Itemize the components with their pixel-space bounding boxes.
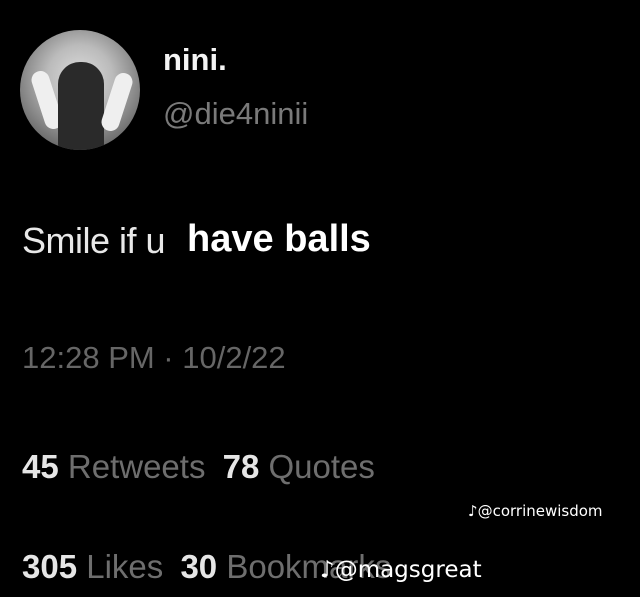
watermark-second-text: @magsgreat — [334, 557, 482, 583]
tiktok-icon: ♪ — [320, 557, 335, 583]
retweets-stat[interactable]: 45 Retweets — [22, 448, 205, 485]
watermark-magsgreat: ♪@magsgreat — [320, 557, 482, 583]
likes-label: Likes — [86, 548, 164, 585]
user-handle[interactable]: @die4ninii — [163, 96, 308, 132]
quotes-stat[interactable]: 78 Quotes — [223, 448, 375, 485]
quotes-label: Quotes — [268, 448, 375, 485]
watermark-first-text: @corrinewisdom — [477, 502, 603, 520]
retweets-label: Retweets — [67, 448, 206, 485]
retweets-count: 45 — [22, 448, 59, 485]
watermark-corrinewisdom: ♪@corrinewisdom — [468, 502, 603, 520]
avatar-hand-right — [99, 70, 135, 134]
tweet-text-overlay: have balls — [187, 218, 371, 260]
tweet-text: Smile if u have balls — [22, 218, 371, 263]
tweet-text-normal: Smile if u — [22, 220, 166, 261]
quotes-count: 78 — [222, 448, 260, 485]
bookmarks-count: 30 — [180, 548, 218, 585]
tweet-timestamp[interactable]: 12:28 PM · 10/2/22 — [22, 340, 286, 376]
avatar[interactable] — [20, 30, 140, 150]
likes-stat[interactable]: 305 Likes — [22, 548, 163, 585]
likes-count: 305 — [22, 548, 78, 585]
display-name[interactable]: nini. — [163, 42, 227, 78]
stats-row-1: 45 Retweets 78 Quotes — [22, 448, 375, 486]
tiktok-icon: ♪ — [468, 502, 478, 520]
avatar-figure — [58, 62, 104, 150]
